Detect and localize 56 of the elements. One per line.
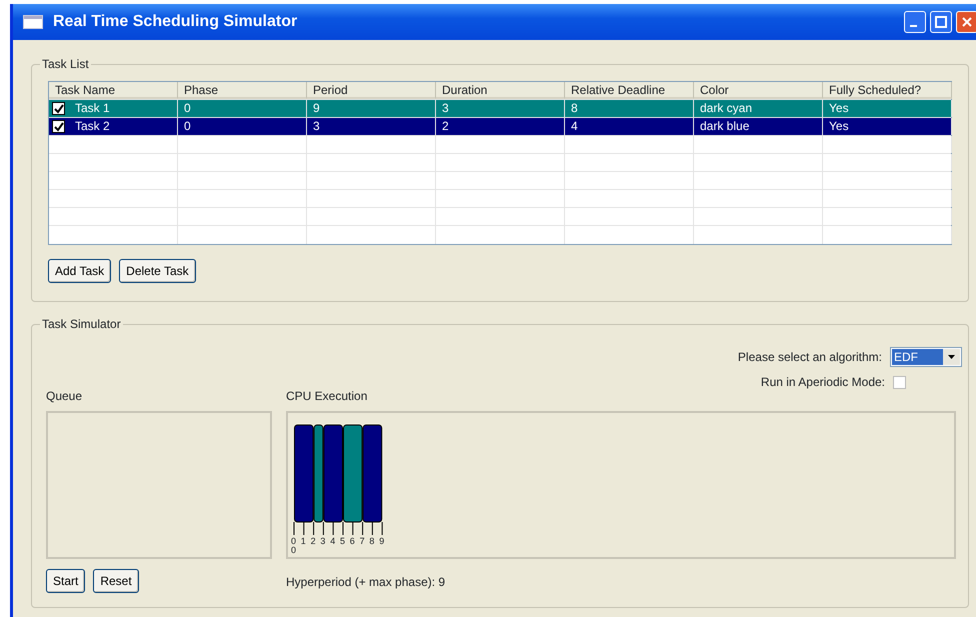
table-cell: Yes: [823, 100, 952, 117]
table-cell: 0: [178, 118, 307, 135]
tick-label: 5: [340, 537, 346, 546]
column-header: Phase: [178, 82, 307, 99]
column-header: Duration: [436, 82, 565, 99]
tick-label: 9: [379, 537, 384, 546]
window-title: Real Time Scheduling Simulator: [53, 12, 298, 32]
algorithm-label: Please select an algorithm:: [738, 349, 882, 366]
button[interactable]: Reset: [93, 569, 139, 593]
tick-label: 4: [330, 537, 336, 546]
minimize-icon: [910, 25, 916, 27]
aperiodic-checkbox[interactable]: [893, 376, 906, 388]
tick-label: 0: [291, 537, 296, 546]
maximize-button[interactable]: [930, 11, 952, 33]
button[interactable]: Add Task: [48, 259, 112, 283]
close-button[interactable]: [956, 11, 976, 33]
column-header: Period: [307, 82, 436, 99]
tick-label: 0: [291, 546, 296, 555]
tick-label: 8: [369, 537, 374, 546]
minimize-button[interactable]: [904, 11, 926, 33]
tick-label: 2: [310, 537, 316, 546]
tick-label: 1: [300, 537, 306, 546]
table-cell: Yes: [823, 118, 952, 135]
table-cell-text: Task 2: [74, 118, 110, 135]
table-cell: 9: [307, 100, 436, 117]
hyperperiod-value: 9: [438, 575, 446, 589]
aperiodic-label: Run in Aperiodic Mode:: [760, 374, 885, 391]
table-cell: 2: [436, 118, 565, 135]
table-cell: 3: [307, 118, 436, 135]
tick-label: 6: [350, 537, 355, 546]
table-cell: 8: [565, 100, 694, 117]
algorithm-dropdown[interactable]: EDF: [890, 347, 962, 367]
table-cell: 3: [436, 100, 565, 117]
row-checkbox[interactable]: [52, 102, 65, 115]
app-icon: [23, 15, 43, 29]
tick-label: 3: [320, 537, 326, 546]
hyperperiod-label: Hyperperiod (+ max phase):: [286, 575, 436, 589]
table-cell: 0: [178, 100, 307, 117]
table-cell: 4: [565, 118, 694, 135]
queue-label: Queue: [46, 388, 84, 405]
table-cell: dark cyan: [694, 100, 823, 117]
maximize-icon: [935, 16, 947, 28]
row-checkbox[interactable]: [52, 120, 65, 133]
button[interactable]: Start: [46, 569, 86, 593]
close-icon: [961, 16, 973, 28]
column-header: Color: [694, 82, 823, 99]
column-header: Task Name: [49, 82, 178, 99]
button[interactable]: Delete Task: [119, 259, 196, 283]
group-title: Task Simulator: [40, 317, 123, 331]
table-cell: dark blue: [694, 118, 823, 135]
tick-label: 7: [360, 537, 365, 546]
column-header: Relative Deadline: [565, 82, 694, 99]
column-header: Fully Scheduled?: [823, 82, 952, 99]
table-cell-text: Task 1: [74, 100, 110, 117]
cpu-label: CPU Execution: [286, 388, 368, 405]
group-title: Task List: [40, 57, 91, 71]
